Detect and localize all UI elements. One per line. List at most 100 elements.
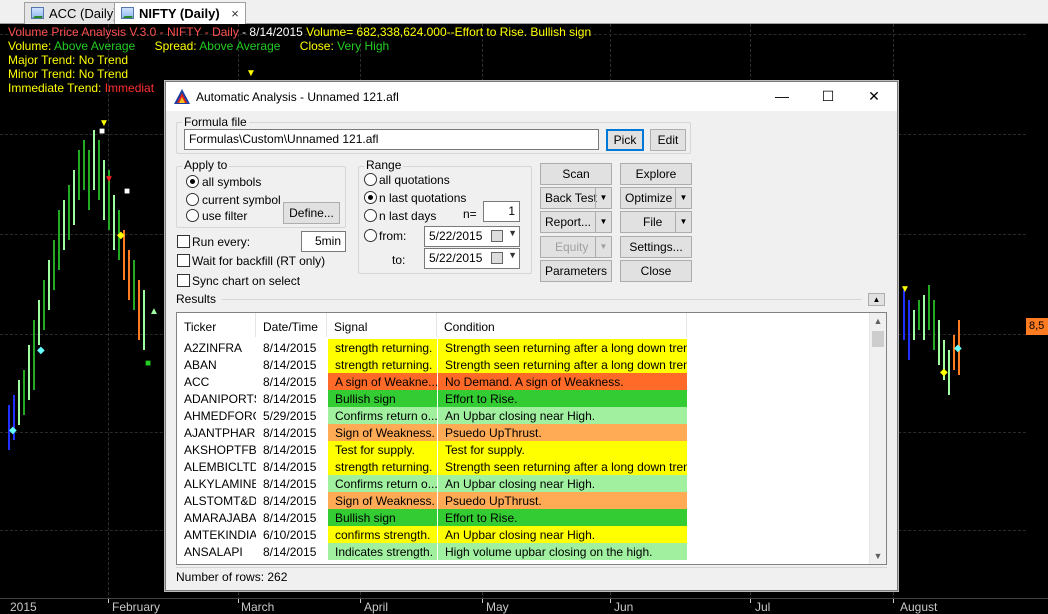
column-header-signal[interactable]: Signal: [327, 313, 437, 337]
maximize-button[interactable]: ☐: [805, 82, 851, 111]
close-window-button[interactable]: ✕: [851, 82, 897, 111]
radio-n-last-days[interactable]: [364, 209, 377, 222]
explore-button[interactable]: Explore: [620, 163, 692, 185]
table-row[interactable]: AKSHOPTFBR 8/14/2015 Test for supply.Test …: [177, 441, 877, 458]
settings-button[interactable]: Settings...: [620, 236, 692, 258]
price-bar: [73, 170, 75, 225]
table-row[interactable]: A2ZINFRA 8/14/2015 strength returning. Stre…: [177, 339, 877, 356]
run-every-checkbox[interactable]: [177, 235, 190, 248]
collapse-results-button[interactable]: ▲: [868, 293, 885, 306]
table-row[interactable]: ALSTOMT&D 8/14/2015 Sign of Weakness. Psued…: [177, 492, 877, 509]
to-date-picker[interactable]: 5/22/2015 ▼: [424, 248, 520, 269]
cell-signal: Confirms return o...: [328, 475, 437, 492]
cell-signal: confirms strength.: [328, 526, 437, 543]
price-bar: [33, 320, 35, 390]
scroll-up-icon[interactable]: ▲: [870, 313, 886, 329]
file-button[interactable]: File ▼: [620, 211, 692, 233]
all-symbols-label[interactable]: all symbols: [202, 175, 261, 189]
current-symbol-label[interactable]: current symbol: [202, 193, 281, 207]
x-axis-label: February: [112, 600, 161, 614]
column-header-condition[interactable]: Condition: [437, 313, 687, 337]
table-row[interactable]: ANSALAPI 8/14/2015 Indicates strength. High…: [177, 543, 877, 560]
cell-ticker: ABAN: [184, 358, 217, 372]
column-header-date[interactable]: Date/Time: [256, 313, 327, 337]
radio-all-quotations[interactable]: [364, 173, 377, 186]
define-filter-button[interactable]: Define...: [283, 202, 340, 224]
to-date-value: 5/22/2015: [429, 251, 483, 265]
table-row[interactable]: ALEMBICLTD 8/14/2015 strength returning. St…: [177, 458, 877, 475]
radio-use-filter[interactable]: [186, 209, 199, 222]
cell-ticker: ANSALAPI: [184, 545, 243, 559]
tab-acc-daily[interactable]: ACC (Daily): [24, 2, 125, 24]
radio-current-symbol[interactable]: [186, 193, 199, 206]
app-root: ACC (Daily) NIFTY (Daily) × Volume Price…: [0, 0, 1048, 614]
dialog-titlebar[interactable]: Automatic Analysis - Unnamed 121.afl — ☐…: [166, 82, 897, 111]
n-last-quotations-label[interactable]: n last quotations: [379, 191, 466, 205]
column-header-ticker[interactable]: Ticker: [177, 313, 256, 337]
pick-button[interactable]: Pick: [606, 129, 644, 151]
automatic-analysis-dialog: Automatic Analysis - Unnamed 121.afl — ☐…: [165, 81, 898, 591]
chart-header-line1: Volume Price Analysis V.3.0 - NIFTY - Da…: [8, 25, 591, 39]
price-bar: [53, 240, 55, 290]
tab-nifty-daily[interactable]: NIFTY (Daily) ×: [114, 2, 246, 24]
sync-chart-checkbox[interactable]: [177, 274, 190, 287]
chevron-down-icon: ▼: [508, 250, 517, 260]
optimize-button[interactable]: Optimize ▼: [620, 187, 692, 209]
x-axis-label: Jun: [614, 600, 634, 614]
down-arrow-marker-icon: ▼: [104, 174, 114, 185]
x-axis: 2015 February March April May Jun Jul Au…: [0, 598, 1048, 614]
chevron-down-icon[interactable]: ▼: [595, 188, 611, 208]
price-bar: [68, 185, 70, 240]
document-tab-bar: ACC (Daily) NIFTY (Daily) ×: [0, 0, 1048, 24]
chevron-down-icon[interactable]: ▼: [675, 212, 691, 232]
price-bar: [88, 150, 90, 210]
radio-from[interactable]: [364, 229, 377, 242]
radio-n-last-quotations[interactable]: [364, 191, 377, 204]
tab-close-icon[interactable]: ×: [231, 6, 239, 21]
chevron-down-icon[interactable]: ▼: [675, 188, 691, 208]
all-quotations-label[interactable]: all quotations: [379, 173, 450, 187]
chevron-down-icon[interactable]: ▼: [595, 237, 611, 257]
table-row[interactable]: AMARAJABAT 8/14/2015 Bullish sign Effort to…: [177, 509, 877, 526]
x-axis-label: August: [900, 600, 938, 614]
scan-button[interactable]: Scan: [540, 163, 612, 185]
price-bar: [93, 130, 95, 190]
cell-date: 8/14/2015: [263, 443, 317, 457]
scroll-down-icon[interactable]: ▼: [870, 548, 886, 564]
report-button[interactable]: Report... ▼: [540, 211, 612, 233]
results-table[interactable]: Ticker Date/Time Signal Condition A2ZINF…: [176, 312, 887, 565]
down-arrow-marker-icon: ▼: [246, 68, 256, 79]
cell-signal: strength returning.: [328, 339, 437, 356]
n-value-input[interactable]: 1: [483, 201, 520, 222]
n-last-days-label[interactable]: n last days: [379, 209, 436, 223]
radio-all-symbols[interactable]: [186, 175, 199, 188]
table-row[interactable]: AHMEDFORGE 5/29/2015 Confirms return o...A…: [177, 407, 877, 424]
scroll-thumb[interactable]: [872, 331, 884, 347]
minimize-button[interactable]: —: [759, 82, 805, 111]
x-axis-label: March: [241, 600, 275, 614]
table-row[interactable]: AJANTPHARM 8/14/2015 Sign of Weakness.Psue…: [177, 424, 877, 441]
price-bar: [23, 370, 25, 415]
cell-ticker: AMARAJABAT: [184, 511, 256, 525]
table-row[interactable]: ADANIPORTS 8/14/2015 Bullish sign Effort to…: [177, 390, 877, 407]
wait-backfill-checkbox[interactable]: [177, 254, 190, 267]
cell-condition: An Upbar closing near High.: [438, 475, 687, 492]
backtest-button[interactable]: Back Test ▼: [540, 187, 612, 209]
cell-ticker: ADANIPORTS: [184, 392, 256, 406]
price-bar: [28, 345, 30, 400]
sync-chart-label: Sync chart on select: [192, 274, 301, 288]
run-every-input[interactable]: 5min: [301, 231, 346, 252]
equity-button[interactable]: Equity ▼: [540, 236, 612, 258]
table-row[interactable]: AMTEKINDIA 6/10/2015 confirms strength. An …: [177, 526, 877, 543]
chevron-down-icon[interactable]: ▼: [595, 212, 611, 232]
close-dialog-button[interactable]: Close: [620, 260, 692, 282]
table-row[interactable]: ABAN 8/14/2015 strength returning. Strength…: [177, 356, 877, 373]
use-filter-label[interactable]: use filter: [202, 209, 247, 223]
vertical-scrollbar[interactable]: ▲ ▼: [869, 313, 886, 564]
table-row[interactable]: ACC 8/14/2015 A sign of Weakne... No Demand…: [177, 373, 877, 390]
edit-button[interactable]: Edit: [650, 129, 686, 151]
from-date-picker[interactable]: 5/22/2015 ▼: [424, 226, 520, 247]
formula-path-input[interactable]: Formulas\Custom\Unnamed 121.afl: [184, 129, 599, 150]
table-row[interactable]: ALKYLAMINE 8/14/2015 Confirms return o... A…: [177, 475, 877, 492]
parameters-button[interactable]: Parameters: [540, 260, 612, 282]
